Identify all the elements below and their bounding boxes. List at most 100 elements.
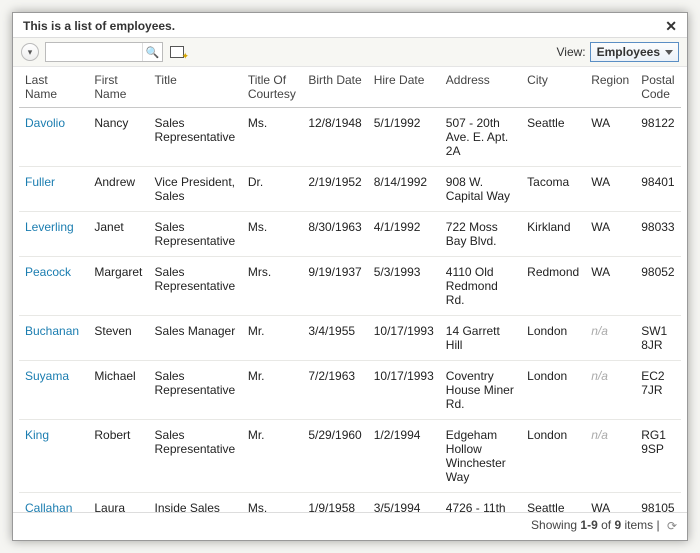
row-link[interactable]: Suyama [25, 369, 69, 383]
refresh-icon[interactable]: ⟳ [667, 519, 677, 533]
row-link[interactable]: Peacock [25, 265, 71, 279]
row-link[interactable]: Fuller [25, 175, 55, 189]
cell-city: Redmond [521, 257, 585, 316]
cell-last-name[interactable]: Buchanan [19, 316, 88, 361]
cell-city: London [521, 361, 585, 420]
title-text: This is a list of employees. [23, 19, 175, 33]
column-header[interactable]: Birth Date [302, 67, 367, 108]
cell-last-name[interactable]: King [19, 420, 88, 493]
cell-address: Edgeham Hollow Winchester Way [440, 420, 521, 493]
search-input[interactable] [46, 43, 142, 61]
footer-prefix: Showing [531, 518, 580, 532]
titlebar: This is a list of employees. ✕ [13, 13, 687, 38]
new-record-icon[interactable] [169, 44, 187, 60]
close-icon[interactable]: ✕ [665, 19, 677, 33]
cell-first-name: Andrew [88, 167, 148, 212]
cell-hire: 10/17/1993 [368, 361, 440, 420]
row-link[interactable]: King [25, 428, 49, 442]
employees-table: Last NameFirst NameTitleTitle Of Courtes… [19, 67, 681, 512]
cell-hire: 3/5/1994 [368, 493, 440, 513]
cell-city: London [521, 420, 585, 493]
column-header[interactable]: Hire Date [368, 67, 440, 108]
cell-title: Vice President, Sales [149, 167, 242, 212]
expand-toggle-button[interactable]: ▾ [21, 43, 39, 61]
cell-postal: SW1 8JR [635, 316, 681, 361]
cell-title: Inside Sales Coordinator [149, 493, 242, 513]
cell-birth: 2/19/1952 [302, 167, 367, 212]
table-row: Fuller AndrewVice President, SalesDr.2/19… [19, 167, 681, 212]
view-label: View: [556, 45, 585, 59]
search-icon[interactable]: 🔍 [142, 43, 162, 61]
cell-city: Kirkland [521, 212, 585, 257]
cell-postal: EC2 7JR [635, 361, 681, 420]
cell-title: Sales Representative [149, 361, 242, 420]
table-row: BuchananStevenSales ManagerMr.3/4/195510… [19, 316, 681, 361]
cell-first-name: Michael [88, 361, 148, 420]
column-header[interactable]: First Name [88, 67, 148, 108]
cell-hire: 8/14/1992 [368, 167, 440, 212]
cell-postal: 98033 [635, 212, 681, 257]
cell-first-name: Janet [88, 212, 148, 257]
row-link[interactable]: Davolio [25, 116, 65, 130]
cell-courtesy: Mr. [242, 420, 303, 493]
column-header[interactable]: Address [440, 67, 521, 108]
cell-last-name[interactable]: Suyama [19, 361, 88, 420]
footer: Showing 1-9 of 9 items | ⟳ [13, 512, 687, 540]
row-link[interactable]: Callahan [25, 501, 72, 512]
cell-courtesy: Dr. [242, 167, 303, 212]
cell-title: Sales Representative [149, 108, 242, 167]
cell-birth: 5/29/1960 [302, 420, 367, 493]
column-header[interactable]: Last Name [19, 67, 88, 108]
cell-courtesy: Mrs. [242, 257, 303, 316]
footer-range: 1-9 [580, 518, 597, 532]
cell-last-name[interactable]: Leverling [19, 212, 88, 257]
cell-region: n/a [585, 316, 635, 361]
cell-postal: 98105 [635, 493, 681, 513]
cell-postal: 98052 [635, 257, 681, 316]
row-link[interactable]: Leverling [25, 220, 74, 234]
cell-courtesy: Mr. [242, 316, 303, 361]
cell-last-name[interactable]: Peacock [19, 257, 88, 316]
cell-region: WA [585, 493, 635, 513]
table-row: Callahan LauraInside Sales CoordinatorMs.… [19, 493, 681, 513]
chevron-down-icon: ▾ [28, 47, 33, 58]
cell-first-name: Steven [88, 316, 148, 361]
cell-courtesy: Ms. [242, 108, 303, 167]
column-header[interactable]: Title [149, 67, 242, 108]
cell-hire: 5/3/1993 [368, 257, 440, 316]
modal-window: This is a list of employees. ✕ ▾ 🔍 View:… [12, 12, 688, 541]
cell-address: 507 - 20th Ave. E. Apt. 2A [440, 108, 521, 167]
row-link[interactable]: Buchanan [25, 324, 79, 338]
cell-birth: 9/19/1937 [302, 257, 367, 316]
cell-city: Seattle [521, 493, 585, 513]
table-header: Last NameFirst NameTitleTitle Of Courtes… [19, 67, 681, 108]
table-row: LeverlingJanetSales RepresentativeMs.8/3… [19, 212, 681, 257]
table-row: PeacockMargaretSales RepresentativeMrs.9… [19, 257, 681, 316]
cell-last-name[interactable]: Davolio [19, 108, 88, 167]
cell-birth: 12/8/1948 [302, 108, 367, 167]
column-header[interactable]: Postal Code [635, 67, 681, 108]
column-header[interactable]: Region [585, 67, 635, 108]
cell-postal: 98122 [635, 108, 681, 167]
cell-first-name: Margaret [88, 257, 148, 316]
cell-last-name[interactable]: Callahan [19, 493, 88, 513]
view-select[interactable]: Employees [590, 42, 679, 62]
cell-title: Sales Manager [149, 316, 242, 361]
cell-hire: 4/1/1992 [368, 212, 440, 257]
table-row: SuyamaMichaelSales RepresentativeMr.7/2/… [19, 361, 681, 420]
cell-hire: 1/2/1994 [368, 420, 440, 493]
footer-of: of [598, 518, 615, 532]
column-header[interactable]: City [521, 67, 585, 108]
cell-address: Coventry House Miner Rd. [440, 361, 521, 420]
cell-courtesy: Mr. [242, 361, 303, 420]
cell-first-name: Laura [88, 493, 148, 513]
column-header[interactable]: Title Of Courtesy [242, 67, 303, 108]
cell-city: London [521, 316, 585, 361]
cell-address: 14 Garrett Hill [440, 316, 521, 361]
cell-last-name[interactable]: Fuller [19, 167, 88, 212]
cell-city: Tacoma [521, 167, 585, 212]
cell-title: Sales Representative [149, 257, 242, 316]
cell-region: n/a [585, 361, 635, 420]
cell-courtesy: Ms. [242, 493, 303, 513]
cell-region: n/a [585, 420, 635, 493]
